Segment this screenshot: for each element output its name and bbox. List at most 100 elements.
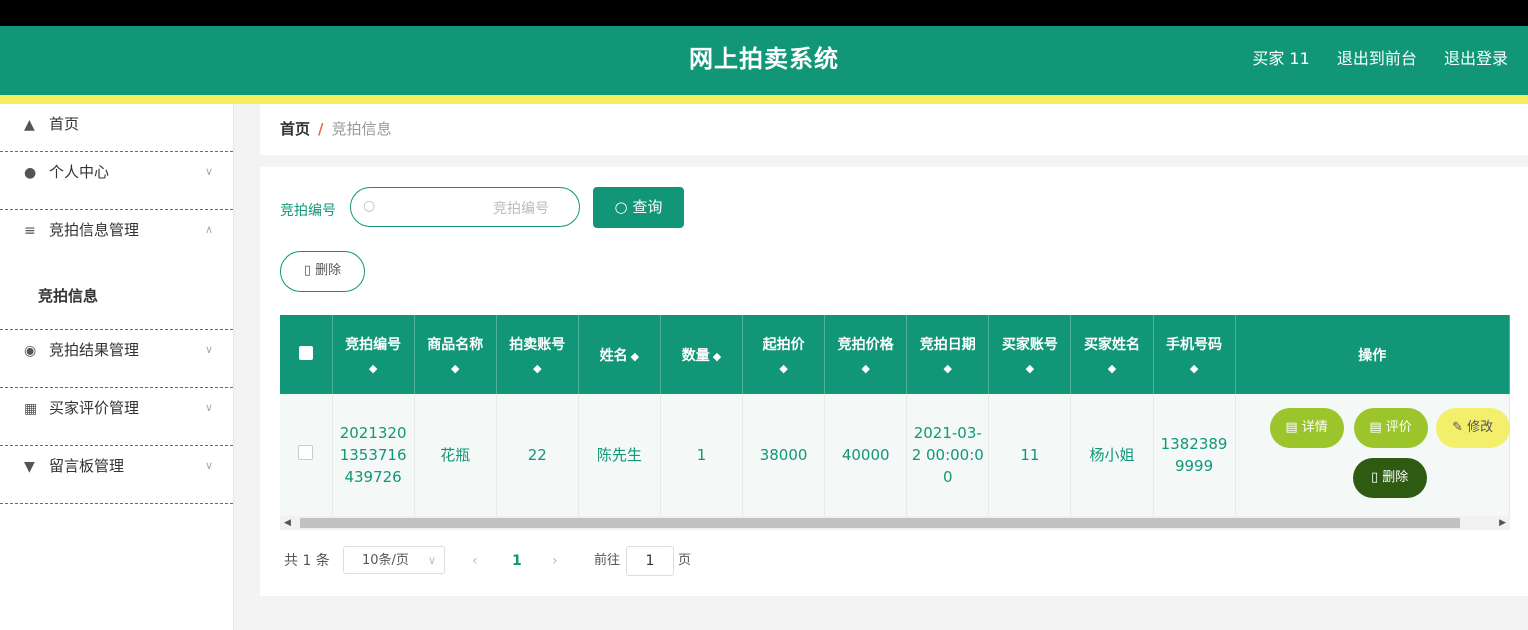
col-phone[interactable]: 手机号码 ◆ [1153,315,1236,394]
sidebar: ▲ 首页 ● 个人中心 ∨ ≡ 竞拍信息管理 ∧ 竞拍信息 ◉ 竞拍结果管理 ∨ ▦ 买家… [0,104,234,630]
cell-phone: 13823899999 [1153,394,1236,516]
row-actions: ▤ 详情 ▤ 评价 ✎ 修改 ▯ 删除 [1236,394,1510,516]
detail-button[interactable]: ▤ 详情 [1269,408,1344,448]
col-name[interactable]: 姓名 ◆ [578,315,661,394]
sidebar-item-bid-result-mgmt[interactable]: ◉ 竞拍结果管理 ∨ [0,330,233,388]
trash-icon: ▯ [1370,470,1379,485]
pin-icon: ◉ [24,343,37,359]
sort-icon[interactable]: ◆ [337,362,410,375]
col-buyer-name[interactable]: 买家姓名 ◆ [1070,315,1154,394]
back-to-front-link[interactable]: 退出到前台 [1337,49,1417,68]
col-date[interactable]: 竞拍日期 ◆ [906,315,990,394]
breadcrumb-separator: / [318,120,324,138]
sidebar-item-buyer-review-mgmt[interactable]: ▦ 买家评价管理 ∨ [0,388,233,446]
batch-delete-label: 删除 [315,263,342,278]
chevron-down-icon: ∨ [427,554,436,567]
next-page-button[interactable]: › [552,546,558,576]
logout-link[interactable]: 退出登录 [1444,49,1508,68]
cell-date: 2021-03-2 00:00:00 [906,394,990,516]
breadcrumb: 首页 / 竞拍信息 [260,104,1528,155]
sidebar-item-label: 个人中心 [49,163,110,181]
search-input[interactable]: ○ 竞拍编号 [350,187,580,227]
scroll-right-icon[interactable]: ▶ [1499,516,1506,530]
search-icon: ○ [363,198,376,214]
col-buyer-account[interactable]: 买家账号 ◆ [988,315,1072,394]
scrollbar-thumb[interactable] [300,518,1460,528]
col-product[interactable]: 商品名称 ◆ [414,315,497,394]
sort-icon[interactable]: ◆ [829,362,902,375]
row-select-cell [280,394,333,516]
sidebar-item-message-board-mgmt[interactable]: ▼ 留言板管理 ∨ [0,446,233,504]
row-delete-button[interactable]: ▯ 删除 [1352,458,1427,498]
horizontal-scrollbar[interactable]: ◀ ▶ [280,516,1510,530]
col-actions: 操作 [1235,315,1511,394]
breadcrumb-home[interactable]: 首页 [280,120,310,138]
col-qty[interactable]: 数量 ◆ [660,315,744,394]
cell-qty: 1 [660,394,744,516]
row-checkbox[interactable] [298,445,314,460]
content-panel: 竞拍编号 ○ 竞拍编号 ○ 查询 ▯ 删除 竞拍编号 ◆ 商品名称 ◆ 拍卖账号… [260,167,1528,596]
col-bid-no[interactable]: 竞拍编号 ◆ [332,315,415,394]
sidebar-item-home[interactable]: ▲ 首页 [0,104,233,152]
col-seller[interactable]: 拍卖账号 ◆ [496,315,579,394]
cell-seller: 22 [496,394,579,516]
chevron-up-icon: ∧ [204,223,213,236]
review-button[interactable]: ▤ 评价 [1353,408,1428,448]
search-placeholder: 竞拍编号 [493,201,549,217]
query-button-label: 查询 [632,198,663,216]
select-all-cell [280,315,333,394]
current-user[interactable]: 买家 11 [1252,49,1309,68]
sidebar-item-personal-center[interactable]: ● 个人中心 ∨ [0,152,233,210]
page-size-select[interactable]: 10条/页 ∨ [343,546,445,574]
chevron-down-icon: ∨ [204,459,213,472]
sort-icon[interactable]: ◆ [1075,362,1148,375]
user-area: 买家 11 退出到前台 退出登录 [1230,26,1508,95]
breadcrumb-current: 竞拍信息 [331,120,392,138]
current-page[interactable]: 1 [512,546,522,576]
col-bid-price[interactable]: 竞拍价格 ◆ [824,315,908,394]
search-label: 竞拍编号 [280,203,336,219]
main-area: 首页 / 竞拍信息 竞拍编号 ○ 竞拍编号 ○ 查询 ▯ 删除 竞拍编号 ◆ 商… [234,104,1528,630]
top-black-bar [0,0,1528,26]
goto-page-input[interactable]: 1 [626,546,674,576]
board-icon: ▼ [24,459,35,475]
sort-icon[interactable]: ◆ [1158,362,1231,375]
sort-icon[interactable]: ◆ [631,350,639,363]
sidebar-subitem-bid-info[interactable]: 竞拍信息 [0,268,233,324]
scroll-left-icon[interactable]: ◀ [284,516,291,530]
sidebar-item-label: 买家评价管理 [49,399,140,417]
sort-icon[interactable]: ◆ [911,362,984,375]
sort-icon[interactable]: ◆ [419,362,492,375]
cell-buyer-account: 11 [988,394,1072,516]
header-accent-strip [0,95,1528,104]
app-header: 网上拍卖系统 买家 11 退出到前台 退出登录 [0,26,1528,95]
chevron-down-icon: ∨ [204,343,213,356]
sidebar-item-label: 留言板管理 [49,457,125,475]
sidebar-item-label: 首页 [49,115,80,133]
edit-button[interactable]: ✎ 修改 [1435,408,1510,448]
sort-icon[interactable]: ◆ [501,362,574,375]
sidebar-item-bid-info-mgmt[interactable]: ≡ 竞拍信息管理 ∧ [0,210,233,268]
query-button[interactable]: ○ 查询 [593,187,684,228]
data-table: 竞拍编号 ◆ 商品名称 ◆ 拍卖账号 ◆ 姓名 ◆ 数量 ◆ 起拍价 ◆ 竞拍价格 ◆ 竞拍日… [280,315,1511,516]
doc-icon: ▤ [1369,420,1382,435]
prev-page-button[interactable]: ‹ [472,546,478,576]
sort-icon[interactable]: ◆ [993,362,1066,375]
pagination-total: 共 1 条 [284,553,330,569]
list-icon: ≡ [24,223,36,239]
sort-icon[interactable]: ◆ [713,350,721,363]
table-row: 20213201353716439726 花瓶 22 陈先生 1 38000 4… [280,394,1511,516]
sort-icon[interactable]: ◆ [747,362,820,375]
select-all-checkbox[interactable] [298,345,313,360]
chevron-down-icon: ∨ [204,401,213,414]
cell-start-price: 38000 [742,394,826,516]
batch-delete-button[interactable]: ▯ 删除 [280,251,365,292]
sidebar-item-label: 竞拍信息管理 [49,221,140,239]
cell-buyer-name: 杨小姐 [1070,394,1154,516]
submenu-bid-info: 竞拍信息 [0,268,233,330]
cell-bid-no: 20213201353716439726 [332,394,415,516]
col-start-price[interactable]: 起拍价 ◆ [742,315,826,394]
search-icon: ○ [614,198,628,216]
cell-name: 陈先生 [578,394,661,516]
pencil-icon: ✎ [1452,420,1463,435]
